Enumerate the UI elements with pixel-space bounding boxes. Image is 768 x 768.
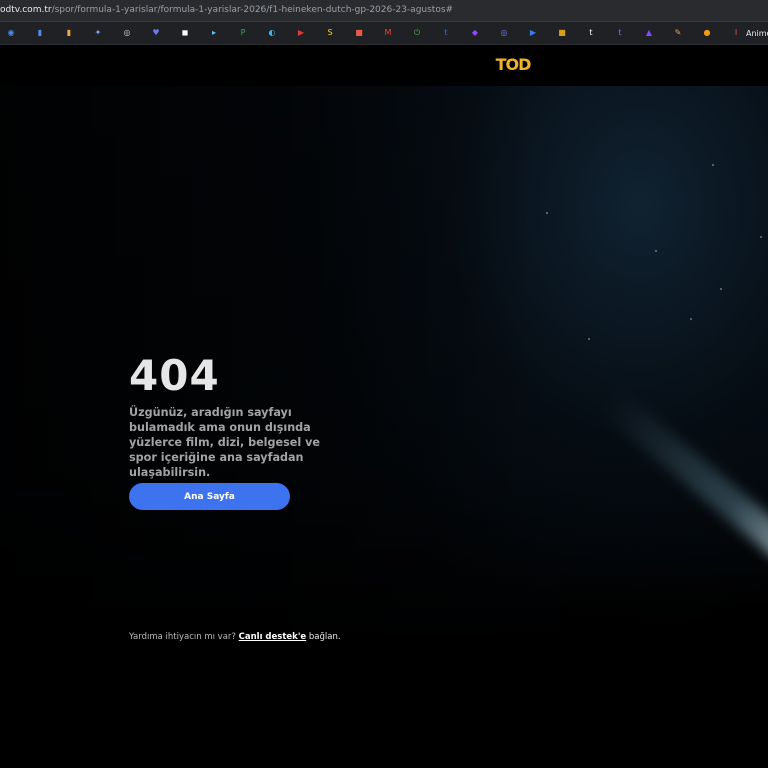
- bookmark-item[interactable]: ◼: [174, 27, 195, 39]
- bookmark-item[interactable]: ◉: [0, 27, 21, 39]
- play-arrow-icon: ▸: [211, 28, 216, 37]
- bookmark-item[interactable]: ♥: [145, 27, 166, 39]
- bookmark-item[interactable]: t: [580, 27, 601, 39]
- bookmark-item[interactable]: ■: [348, 27, 369, 39]
- url-host: odtv.com.tr: [0, 5, 52, 15]
- bookmark-item[interactable]: ⏻: [406, 27, 427, 39]
- home-button[interactable]: Ana Sayfa: [129, 483, 290, 510]
- url-path: /spor/formula-1-yarislar/formula-1-yaris…: [51, 5, 454, 15]
- anime-i-icon: I: [734, 28, 738, 37]
- tumblr-icon: t: [444, 28, 448, 37]
- triangle-icon: ▲: [645, 28, 653, 37]
- help-prefix: Yardıma ihtiyacın mı var?: [129, 632, 236, 642]
- brush-icon: ✎: [674, 28, 682, 37]
- bookmark-item[interactable]: ▶: [290, 27, 311, 39]
- bookmark-item[interactable]: t: [609, 27, 630, 39]
- address-bar[interactable]: odtv.com.tr/spor/formula-1-yarislar/form…: [0, 0, 768, 22]
- target-icon: ◎: [500, 28, 508, 37]
- bookmark-item[interactable]: I Anime: [725, 27, 768, 39]
- logo-text: TOD: [496, 55, 532, 73]
- chrome-icon: ◉: [7, 28, 15, 37]
- help-text: Yardıma ihtiyacın mı var? Canlı destek'e…: [129, 632, 341, 642]
- bookmarks-bar: ◉▮▮✦◎♥◼▸P◐▶S■M⏻t◆◎▶■tt▲✎●IAnime◆Anime◔Sp…: [0, 22, 768, 45]
- tod-icon: ■: [558, 28, 566, 37]
- hero-background: [0, 86, 768, 768]
- bookmark-item[interactable]: ▶: [522, 27, 543, 39]
- bookmark-label: Anime: [746, 28, 768, 38]
- tv-plus-icon: t: [589, 28, 593, 37]
- help-suffix: bağlan.: [308, 632, 341, 642]
- tod-logo[interactable]: TOD: [494, 55, 532, 73]
- t-purple-icon: t: [618, 28, 622, 37]
- red-app-icon: ■: [355, 28, 363, 37]
- bookmark-item[interactable]: ◐: [261, 27, 282, 39]
- play-blue-icon: ▶: [529, 28, 537, 37]
- px-icon: P: [240, 28, 246, 37]
- url-text[interactable]: odtv.com.tr/spor/formula-1-yarislar/form…: [0, 0, 453, 21]
- bookmark-item[interactable]: ◎: [493, 27, 514, 39]
- notion-icon: ◼: [181, 28, 189, 37]
- bookmark-item[interactable]: ✎: [667, 27, 688, 39]
- hero-overlay: [0, 86, 768, 768]
- error-message: Üzgünüz, aradığın sayfayı bulamadık ama …: [129, 406, 320, 479]
- edge-icon: ◐: [268, 28, 276, 37]
- gmail-icon: M: [384, 28, 392, 37]
- bookmark-item[interactable]: ▲: [638, 27, 659, 39]
- bird-icon: ♥: [152, 28, 160, 37]
- power-icon: ⏻: [413, 28, 421, 37]
- bookmark-item[interactable]: P: [232, 27, 253, 39]
- bookmark-item[interactable]: ■: [551, 27, 572, 39]
- bookmark-item[interactable]: ✦: [87, 27, 108, 39]
- error-code: 404: [129, 351, 220, 400]
- site-header: TOD: [0, 45, 768, 86]
- bookmark-item[interactable]: ●: [696, 27, 717, 39]
- twitch-icon: ◆: [471, 28, 479, 37]
- bookmark-item[interactable]: ▮: [29, 27, 50, 39]
- s-logo-icon: S: [327, 28, 333, 37]
- bar-chart-icon: ▮: [37, 28, 43, 37]
- bookmark-item[interactable]: ◆: [464, 27, 485, 39]
- live-support-link[interactable]: Canlı destek'e: [239, 632, 307, 642]
- bookmark-item[interactable]: t: [435, 27, 456, 39]
- openai-icon: ◎: [123, 28, 131, 37]
- bookmark-item[interactable]: ▸: [203, 27, 224, 39]
- orange-circle-icon: ●: [703, 28, 711, 37]
- browser-chrome: odtv.com.tr/spor/formula-1-yarislar/form…: [0, 0, 768, 45]
- sparkle-icon: ✦: [94, 28, 102, 37]
- bookmark-item[interactable]: M: [377, 27, 398, 39]
- bar-chart-orange-icon: ▮: [66, 28, 72, 37]
- bookmark-item[interactable]: ◎: [116, 27, 137, 39]
- bookmark-item[interactable]: ▮: [58, 27, 79, 39]
- bookmark-item[interactable]: S: [319, 27, 340, 39]
- youtube-icon: ▶: [297, 28, 305, 37]
